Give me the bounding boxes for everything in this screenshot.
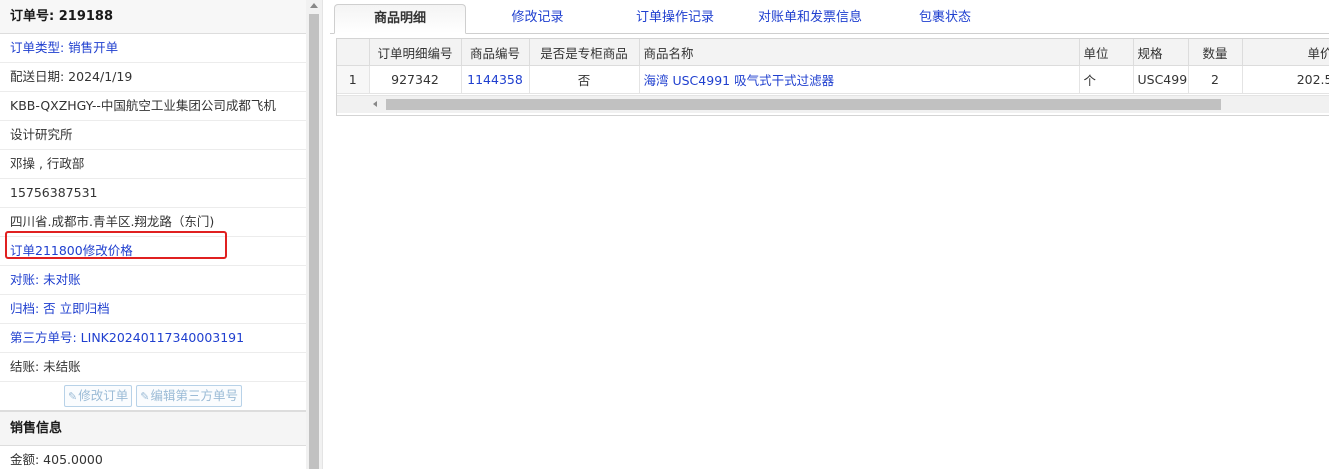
edit-third-party-button[interactable]: ✎编辑第三方单号 [136, 385, 242, 407]
tab-product-details[interactable]: 商品明细 [334, 4, 466, 34]
quantity-cell: 2 [1188, 65, 1243, 94]
counter-product-cell: 否 [529, 65, 640, 94]
delivery-date-field: 配送日期: 2024/1/19 [0, 63, 306, 92]
detail-panel: 商品明细 修改记录 订单操作记录 对账单和发票信息 包裹状态 订单明细编号 商品… [330, 0, 1329, 469]
order-fields: 订单类型: 销售开单 配送日期: 2024/1/19 KBB-QXZHGY--中… [0, 34, 306, 382]
col-header-unit-price[interactable]: 单价 [1242, 39, 1329, 66]
tab-bar: 商品明细 修改记录 订单操作记录 对账单和发票信息 包裹状态 [330, 0, 1329, 34]
product-id-link[interactable]: 1144358 [461, 65, 530, 94]
action-buttons: ✎修改订单 ✎编辑第三方单号 [0, 382, 306, 411]
col-header-detail-id[interactable]: 订单明细编号 [369, 39, 462, 66]
settlement-status: 结账: 未结账 [0, 353, 306, 382]
order-number-title: 订单号: 219188 [0, 0, 306, 34]
left-panel-scrollbar[interactable] [306, 0, 323, 469]
archive-status-link[interactable]: 归档: 否 立即归档 [0, 295, 306, 324]
col-header-product-id[interactable]: 商品编号 [461, 39, 530, 66]
edit-icon: ✎ [140, 390, 150, 403]
col-header-product-name[interactable]: 商品名称 [639, 39, 1080, 66]
spec-cell: USC499 [1133, 65, 1189, 94]
order-info-panel: 订单号: 219188 订单类型: 销售开单 配送日期: 2024/1/19 K… [0, 0, 307, 469]
col-header-counter-product[interactable]: 是否是专柜商品 [529, 39, 640, 66]
sales-amount: 金额: 405.0000 [0, 446, 306, 469]
customer-name-line1: KBB-QXZHGY--中国航空工业集团公司成都飞机 [0, 92, 306, 121]
tab-modification-log[interactable]: 修改记录 [480, 4, 595, 32]
tab-order-operation-log[interactable]: 订单操作记录 [615, 4, 735, 32]
col-header-spec[interactable]: 规格 [1133, 39, 1189, 66]
edit-icon: ✎ [68, 390, 78, 403]
sales-info-title: 销售信息 [0, 411, 306, 446]
tab-package-status[interactable]: 包裹状态 [900, 4, 990, 32]
col-header-unit[interactable]: 单位 [1079, 39, 1134, 66]
table-header-row: 订单明细编号 商品编号 是否是专柜商品 商品名称 单位 规格 数量 单价 [337, 39, 1329, 66]
table-horizontal-scrollbar[interactable] [337, 95, 1329, 113]
reconcile-status-link[interactable]: 对账: 未对账 [0, 266, 306, 295]
tab-statement-invoice[interactable]: 对账单和发票信息 [740, 4, 880, 32]
table-row[interactable]: 1 927342 1144358 否 海湾 USC4991 吸气式干式过滤器 个… [337, 65, 1329, 94]
product-table: 订单明细编号 商品编号 是否是专柜商品 商品名称 单位 规格 数量 单价 1 9… [336, 38, 1329, 116]
row-index: 1 [337, 65, 370, 94]
col-header-quantity[interactable]: 数量 [1188, 39, 1243, 66]
unit-price-cell: 202.5 [1242, 65, 1329, 94]
highlight-box [5, 231, 227, 259]
customer-name-line2: 设计研究所 [0, 121, 306, 150]
scrollbar-thumb[interactable] [309, 14, 319, 469]
scroll-left-arrow-icon[interactable] [373, 101, 377, 107]
horizontal-scrollbar-thumb[interactable] [386, 99, 1221, 110]
order-type-field[interactable]: 订单类型: 销售开单 [0, 34, 306, 63]
unit-cell: 个 [1079, 65, 1134, 94]
contact-person: 邓操 , 行政部 [0, 150, 306, 179]
col-header-index [337, 39, 370, 66]
third-party-number-link[interactable]: 第三方单号: LINK20240117340003191 [0, 324, 306, 353]
product-name-link[interactable]: 海湾 USC4991 吸气式干式过滤器 [639, 65, 1080, 94]
edit-order-button[interactable]: ✎修改订单 [64, 385, 133, 407]
detail-id-cell: 927342 [369, 65, 462, 94]
scroll-up-arrow-icon[interactable] [310, 3, 318, 8]
contact-phone: 15756387531 [0, 179, 306, 208]
